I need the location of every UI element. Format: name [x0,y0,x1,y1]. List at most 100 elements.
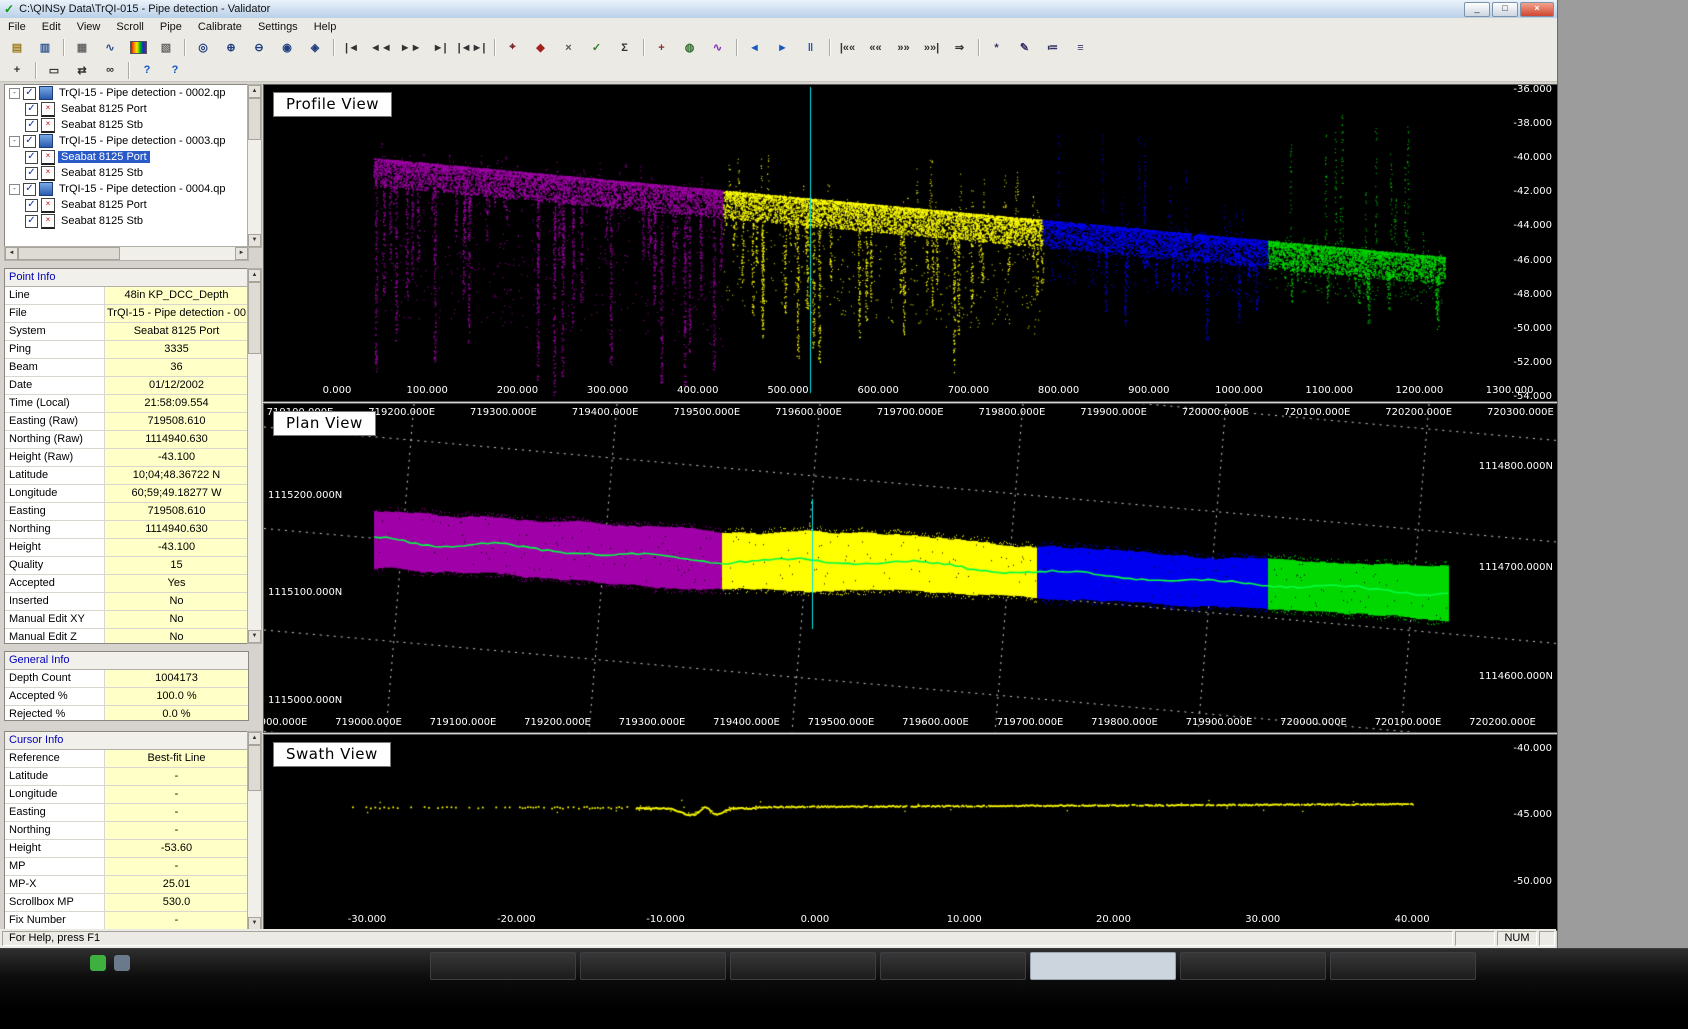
quick-launch-icon[interactable] [90,955,106,971]
last-ping-button[interactable]: ►| [427,37,453,58]
checkbox[interactable]: ✓ [23,183,36,196]
collapse-icon[interactable]: - [9,136,20,147]
taskbar-button[interactable] [880,952,1026,980]
tree-horizontal-scrollbar[interactable]: ◄ ► [4,246,249,261]
play-forward-button[interactable]: ► [770,37,796,58]
taskbar-button[interactable] [730,952,876,980]
save-button[interactable]: ▥ [32,37,58,58]
zoom-previous-button[interactable]: ◈ [302,37,328,58]
anchor-point-button[interactable]: ⌖ [500,37,526,58]
menu-scroll[interactable]: Scroll [108,19,152,35]
taskbar-button[interactable] [1030,952,1176,980]
open-button[interactable]: ▤ [4,37,30,58]
zoom-window-button[interactable]: ◎ [190,37,216,58]
scroll-down-icon[interactable]: ▼ [248,234,261,247]
scroll-down-icon[interactable]: ▼ [248,630,261,643]
edit-grid-button[interactable]: ▦ [69,37,95,58]
help-button[interactable]: ? [134,60,160,81]
tree-item[interactable]: ✓×Seabat 8125 Stb [5,117,248,133]
tree-item[interactable]: ✓×Seabat 8125 Port [5,101,248,117]
auto-clean-button[interactable]: * [984,37,1010,58]
flag-point-button[interactable]: ◆ [528,37,554,58]
scroll-up-icon[interactable]: ▲ [248,85,261,98]
scrollbar-thumb[interactable] [248,98,261,140]
draw-profile-button[interactable]: ∿ [97,37,123,58]
shade-view-button[interactable]: ▧ [153,37,179,58]
play-backward-button[interactable]: ◄ [742,37,768,58]
checkbox[interactable]: ✓ [25,119,38,132]
taskbar-button[interactable] [580,952,726,980]
scrollbar-thumb[interactable] [248,282,261,354]
checkbox[interactable]: ✓ [23,135,36,148]
scroll-left-icon[interactable]: ◄ [5,247,18,260]
zoom-in-button[interactable]: ⊕ [218,37,244,58]
step-forward-button[interactable]: ►► [397,37,425,58]
scrollbar-thumb[interactable] [18,247,120,260]
collapse-icon[interactable]: - [9,184,20,195]
filter-button[interactable]: Σ [612,37,638,58]
point-info-scrollbar[interactable]: ▲ ▼ [247,268,262,644]
checkbox[interactable]: ✓ [25,167,38,180]
last-profile-button[interactable]: »»| [919,37,945,58]
maximize-button[interactable]: □ [1492,2,1518,17]
spline-fit-button[interactable]: ∿ [705,37,731,58]
menu-view[interactable]: View [69,19,109,35]
context-help-button[interactable]: ? [162,60,188,81]
menu-calibrate[interactable]: Calibrate [190,19,250,35]
pan-button[interactable]: + [4,60,30,81]
select-rectangle-button[interactable]: ▭ [41,60,67,81]
first-profile-button[interactable]: |«« [835,37,861,58]
checkbox[interactable]: ✓ [25,215,38,228]
profile-canvas[interactable] [264,85,1557,401]
title-bar[interactable]: ✓ C:\QINSy Data\TrQI-015 - Pipe detectio… [0,0,1557,19]
taskbar-button[interactable] [1330,952,1476,980]
scroll-up-icon[interactable]: ▲ [248,269,261,282]
tree-item[interactable]: ✓×Seabat 8125 Port [5,149,248,165]
checkbox[interactable]: ✓ [25,103,38,116]
checkbox[interactable]: ✓ [25,151,38,164]
menu-edit[interactable]: Edit [34,19,69,35]
scroll-up-icon[interactable]: ▲ [248,732,261,745]
menu-settings[interactable]: Settings [250,19,306,35]
set-range-button[interactable]: |◄►| [455,37,489,58]
tree-vertical-scrollbar[interactable]: ▲ ▼ [247,84,262,248]
tree-item[interactable]: -✓TrQI-15 - Pipe detection - 0003.qp [5,133,248,149]
quick-launch-icon[interactable] [114,955,130,971]
tree-item[interactable]: ✓×Seabat 8125 Port [5,197,248,213]
step-back-button[interactable]: ◄◄ [367,37,395,58]
tree-item[interactable]: ✓×Seabat 8125 Stb [5,165,248,181]
color-scale-button[interactable] [125,37,151,58]
menu-pipe[interactable]: Pipe [152,19,190,35]
pin-view-button[interactable]: + [649,37,675,58]
cursor-info-scrollbar[interactable]: ▲ ▼ [247,731,262,931]
tree-item[interactable]: -✓TrQI-15 - Pipe detection - 0004.qp [5,181,248,197]
taskbar-button[interactable] [1180,952,1326,980]
swap-views-button[interactable]: ⇄ [69,60,95,81]
taskbar-button[interactable] [430,952,576,980]
menu-file[interactable]: File [0,19,34,35]
minimize-button[interactable]: _ [1464,2,1490,17]
collapse-icon[interactable]: - [9,88,20,99]
plan-canvas[interactable] [264,404,1557,732]
next-profile-button[interactable]: »» [891,37,917,58]
edit-settings-button[interactable]: ✎ [1012,37,1038,58]
display-settings-button[interactable]: ≔ [1040,37,1066,58]
checkbox[interactable]: ✓ [25,199,38,212]
swath-canvas[interactable] [264,735,1557,930]
tools-button[interactable]: ≡ [1068,37,1094,58]
goto-profile-button[interactable]: ⇒ [947,37,973,58]
zoom-out-button[interactable]: ⊖ [246,37,272,58]
reject-points-button[interactable]: × [556,37,582,58]
scrollbar-thumb[interactable] [248,745,261,791]
zoom-extents-button[interactable]: ◉ [274,37,300,58]
first-ping-button[interactable]: |◄ [339,37,365,58]
tree-item[interactable]: ✓×Seabat 8125 Stb [5,213,248,229]
pause-button[interactable]: ‖ [798,37,824,58]
link-views-button[interactable]: ∞ [97,60,123,81]
menu-help[interactable]: Help [306,19,345,35]
accept-points-button[interactable]: ✓ [584,37,610,58]
previous-profile-button[interactable]: «« [863,37,889,58]
world-view-button[interactable]: ◍ [677,37,703,58]
checkbox[interactable]: ✓ [23,87,36,100]
close-button[interactable]: × [1520,2,1554,17]
